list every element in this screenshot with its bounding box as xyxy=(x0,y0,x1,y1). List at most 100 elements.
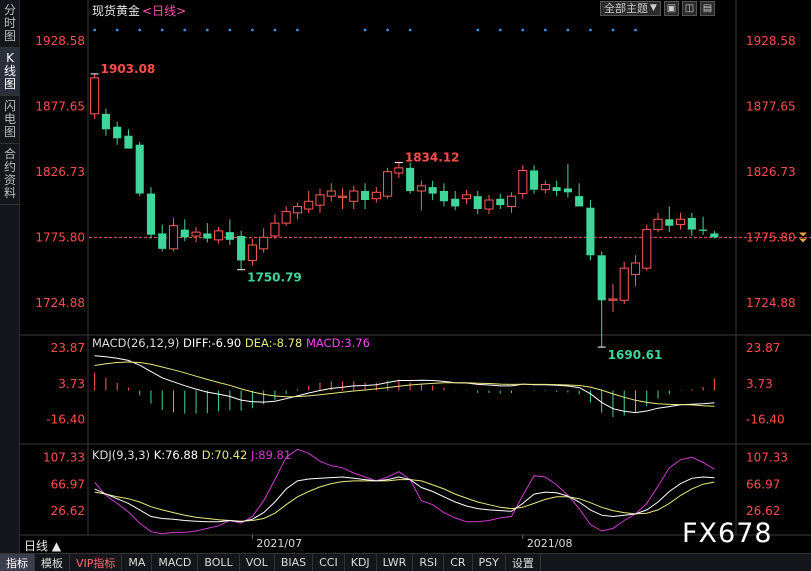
price-tick-left: 1877.65 xyxy=(35,100,85,114)
tab-1[interactable]: 模板 xyxy=(35,554,70,571)
x-tick-label: 2021/07 xyxy=(256,537,302,550)
candle-body xyxy=(270,222,280,237)
candle-body xyxy=(304,200,314,210)
signal-dot xyxy=(543,28,547,32)
candle-body xyxy=(439,191,448,202)
candle-body xyxy=(101,113,110,130)
macd-panel xyxy=(94,355,715,418)
candle-body xyxy=(113,126,122,139)
candlestick-panel: 1903.08 1834.12 1750.79 1690.61 xyxy=(89,28,811,362)
tab-9[interactable]: KDJ xyxy=(345,554,377,571)
candle-body xyxy=(540,184,550,191)
kdj-tick-right: 26.62 xyxy=(746,504,780,518)
extreme-label: 1690.61 xyxy=(608,348,663,362)
layout-icon[interactable]: ▣ xyxy=(663,1,679,16)
kdj-d: D:70.42 xyxy=(201,448,248,462)
signal-dot xyxy=(634,28,637,32)
extreme-label: 1903.08 xyxy=(101,62,156,76)
signal-dot xyxy=(521,28,525,32)
tab-3[interactable]: MA xyxy=(122,554,153,571)
macd-tick-right: 3.73 xyxy=(746,377,773,391)
sidebar: 分时图K线图闪电图合约资料 xyxy=(0,0,20,553)
chart-canvas: 1903.08 1834.12 1750.79 1690.61 1928.58 1928… xyxy=(20,0,811,550)
sidebar-tab-char: 图 xyxy=(3,125,16,139)
candle-body xyxy=(158,233,167,249)
price-tick-right: 1877.65 xyxy=(746,100,796,114)
candle-body xyxy=(506,195,517,207)
candle-body xyxy=(315,194,325,206)
price-tick-left: 1928.58 xyxy=(35,34,85,48)
price-tick-right: 1775.80 xyxy=(746,231,796,245)
candle-body xyxy=(225,232,234,240)
tab-11[interactable]: RSI xyxy=(413,554,445,571)
candle-body xyxy=(247,244,257,261)
kdj-tick-left: 66.97 xyxy=(51,477,85,491)
extreme-label: 1750.79 xyxy=(247,271,302,285)
kdj-legend: KDJ(9,3,3) K:76.88 D:70.42 J:89.81 xyxy=(92,448,291,462)
candle-body xyxy=(146,193,156,235)
macd-tick-left: 3.73 xyxy=(58,377,85,391)
signal-dot xyxy=(363,28,367,32)
sidebar-tab-1[interactable]: K线图 xyxy=(0,48,20,96)
tab-12[interactable]: CR xyxy=(444,554,473,571)
candle-body xyxy=(710,233,719,238)
period-select[interactable]: 日线 ▲ xyxy=(24,537,61,554)
macd-tick-left: -16.40 xyxy=(46,413,85,427)
candle-body xyxy=(530,170,539,190)
tab-0[interactable]: 指标 xyxy=(0,554,35,571)
candle-body xyxy=(597,255,606,301)
signal-dot xyxy=(93,28,97,32)
main-indicator-select[interactable]: 全部主题 ▼ xyxy=(600,1,661,16)
tab-6[interactable]: VOL xyxy=(240,554,275,571)
tab-5[interactable]: BOLL xyxy=(198,554,240,571)
settings-icon[interactable]: ▤ xyxy=(699,1,715,16)
tab-10[interactable]: LWR xyxy=(377,554,414,571)
indicator-tab-bar: 指标 模板 VIP指标 MA MACD BOLL VOL BIAS CCI KDJ LWR RSI CR… xyxy=(0,553,811,571)
top-right-controls: 全部主题 ▼ ▣ ◫ ▤ xyxy=(600,1,715,16)
tab-2[interactable]: VIP指标 xyxy=(70,554,123,571)
tab-8[interactable]: CCI xyxy=(313,554,345,571)
kdj-tick-left: 107.33 xyxy=(43,451,85,465)
candle-body xyxy=(168,225,179,250)
kdj-j: J:89.81 xyxy=(251,448,292,462)
signal-dot xyxy=(138,28,142,32)
sidebar-tab-char: 料 xyxy=(3,186,16,200)
price-tick-right: 1928.58 xyxy=(746,34,796,48)
sidebar-tab-2[interactable]: 闪电图 xyxy=(0,96,20,144)
candle-body xyxy=(237,236,246,261)
signal-dot xyxy=(408,28,412,32)
sidebar-tab-3[interactable]: 合约资料 xyxy=(0,144,20,205)
tab-4[interactable]: MACD xyxy=(152,554,199,571)
signal-dot xyxy=(386,28,389,32)
macd-tick-left: 23.87 xyxy=(51,341,85,355)
tab-13[interactable]: PSY xyxy=(473,554,506,571)
expand-icon[interactable]: ◫ xyxy=(681,1,697,16)
macd-tick-right: 23.87 xyxy=(746,341,780,355)
sidebar-tab-0[interactable]: 分时图 xyxy=(0,0,20,48)
candle-body xyxy=(326,190,336,197)
tab-14[interactable]: 设置 xyxy=(506,554,541,571)
candle-body xyxy=(586,207,595,256)
candle-body xyxy=(371,191,381,200)
signal-dot xyxy=(205,28,209,32)
macd-legend: MACD(26,12,9) DIFF:-6.90 DEA:-8.78 MACD:… xyxy=(92,336,370,350)
period-badge[interactable]: <日线> xyxy=(142,4,186,18)
candle-body xyxy=(575,196,584,207)
candle-body xyxy=(630,262,641,276)
candle-body xyxy=(496,198,505,206)
candle-body xyxy=(619,267,629,301)
candle-body xyxy=(642,229,652,269)
macd-tick-right: -16.40 xyxy=(746,413,785,427)
tab-7[interactable]: BIAS xyxy=(275,554,314,571)
diff-line xyxy=(94,355,715,414)
sidebar-tab-char: 图 xyxy=(3,77,16,91)
macd-dea: DEA:-8.78 xyxy=(244,336,303,350)
instrument-name: 现货黄金 xyxy=(92,4,141,18)
price-tick-left: 1775.80 xyxy=(35,231,85,245)
candle-body xyxy=(518,169,528,195)
candle-body xyxy=(563,188,572,193)
price-marker-icon xyxy=(799,238,807,243)
main-indicator-label: 全部主题 xyxy=(604,2,648,15)
candle-body xyxy=(203,233,212,239)
candle-body xyxy=(687,218,696,230)
